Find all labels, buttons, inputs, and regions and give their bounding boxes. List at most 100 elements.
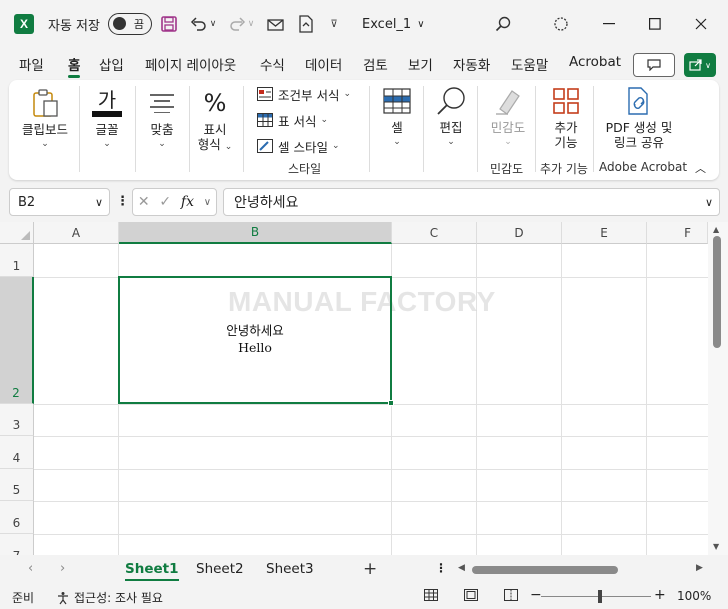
previous-sheet-icon[interactable]: ‹	[28, 561, 33, 576]
alignment-button[interactable]: 맞춤 ⌄	[141, 86, 183, 152]
insert-function-button[interactable]: fx	[181, 194, 194, 210]
save-icon[interactable]	[158, 13, 180, 35]
tab-help[interactable]: 도움말	[511, 54, 548, 76]
zoom-out-button[interactable]: −	[530, 587, 542, 603]
comment-icon	[647, 59, 661, 71]
addins-button[interactable]: 추가 기능	[543, 84, 589, 150]
sensitivity-button[interactable]: 민감도 ⌄	[483, 84, 533, 150]
scroll-thumb[interactable]	[713, 236, 721, 348]
tab-data[interactable]: 데이터	[305, 54, 342, 76]
minimize-button[interactable]	[586, 10, 632, 38]
copilot-icon[interactable]	[550, 13, 572, 35]
name-box[interactable]: B2 ∨	[9, 188, 110, 216]
row-header-5[interactable]: 5	[0, 469, 34, 501]
zoom-slider-thumb[interactable]	[598, 590, 602, 603]
column-header-a[interactable]: A	[34, 222, 119, 244]
row-header-3[interactable]: 3	[0, 404, 34, 436]
add-sheet-button[interactable]: +	[363, 559, 377, 579]
tab-automate[interactable]: 자동화	[453, 54, 490, 76]
accessibility-text: 접근성: 조사 필요	[74, 591, 163, 605]
scroll-thumb[interactable]	[472, 566, 618, 574]
number-format-button[interactable]: % 표시 형식 ⌄	[193, 86, 237, 155]
sheet-tab-sheet3[interactable]: Sheet3	[266, 561, 314, 577]
autosave-toggle[interactable]: 끔	[108, 13, 152, 35]
search-icon[interactable]	[492, 13, 514, 35]
customize-qat-icon[interactable]: ⊽	[326, 13, 342, 35]
zoom-slider-track[interactable]	[541, 596, 651, 597]
close-button[interactable]	[678, 10, 724, 38]
email-icon[interactable]	[264, 13, 288, 35]
redo-icon[interactable]: ∨	[226, 13, 256, 35]
page-break-view-icon[interactable]	[504, 589, 518, 604]
sheet-tab-sheet1[interactable]: Sheet1	[125, 561, 179, 581]
undo-icon[interactable]: ∨	[188, 13, 218, 35]
row-header-6[interactable]: 6	[0, 501, 34, 534]
column-header-b[interactable]: B	[119, 222, 392, 244]
share-button[interactable]: ∨	[684, 53, 716, 77]
tab-insert[interactable]: 삽입	[99, 54, 124, 76]
chevron-down-icon: ⌄	[393, 137, 401, 147]
scroll-left-icon[interactable]: ◀	[458, 563, 465, 573]
worksheet-grid[interactable]: A B C D E F 1 2 3 4 5 6 7 MANUAL FACTORY…	[0, 222, 728, 555]
page-layout-view-icon[interactable]	[464, 589, 478, 604]
column-header-d[interactable]: D	[477, 222, 562, 244]
divider	[535, 86, 536, 172]
chevron-down-icon[interactable]: ∨	[204, 197, 211, 208]
number-format-label-2: 형식 ⌄	[197, 137, 233, 152]
tab-review[interactable]: 검토	[363, 54, 388, 76]
zoom-level[interactable]: 100%	[677, 589, 711, 603]
editing-button[interactable]: 편집 ⌄	[431, 84, 471, 150]
ribbon: 클립보드 ⌄ 가 글꼴 ⌄ 맞춤 ⌄ % 표시 형식 ⌄ 조건부 서식 ⌄ 표 …	[9, 80, 719, 180]
scroll-down-icon[interactable]: ▼	[713, 542, 719, 551]
cancel-icon[interactable]: ✕	[138, 194, 150, 210]
font-glyph: 가	[97, 88, 117, 112]
sheet-tab-sheet2[interactable]: Sheet2	[196, 561, 244, 577]
tab-formulas[interactable]: 수식	[260, 54, 285, 76]
select-all-button[interactable]	[0, 222, 34, 244]
horizontal-scrollbar[interactable]: ◀ ▶	[458, 563, 708, 577]
maximize-button[interactable]	[632, 10, 678, 38]
collapse-ribbon-icon[interactable]: ︿	[695, 160, 706, 176]
tab-home[interactable]: 홈	[68, 54, 81, 78]
cells-button[interactable]: 셀 ⌄	[377, 84, 417, 150]
format-as-table-button[interactable]: 표 서식 ⌄	[257, 110, 328, 130]
share-icon	[689, 59, 702, 71]
tab-page-layout[interactable]: 페이지 레이아웃	[145, 54, 236, 76]
chevron-down-icon[interactable]: ∨	[705, 196, 713, 209]
more-options-icon[interactable]: ⋮	[435, 561, 447, 575]
comments-button[interactable]	[633, 53, 675, 77]
chevron-down-icon: ∨	[94, 195, 103, 209]
zoom-in-button[interactable]: +	[654, 587, 666, 603]
chevron-down-icon: ∨	[417, 18, 425, 30]
normal-view-icon[interactable]	[424, 589, 438, 604]
formula-input[interactable]: 안녕하세요 ∨	[223, 188, 720, 216]
document-share-icon[interactable]	[294, 13, 318, 35]
next-sheet-icon[interactable]: ›	[60, 561, 65, 576]
column-header-e[interactable]: E	[562, 222, 647, 244]
more-options-icon[interactable]: ⋮	[116, 194, 129, 209]
font-button[interactable]: 가 글꼴 ⌄	[85, 86, 129, 152]
sheet-tab-bar: ‹ › Sheet1 Sheet2 Sheet3 + ⋮ ◀ ▶	[0, 555, 728, 585]
status-bar: 준비 접근성: 조사 필요 − + 100%	[0, 585, 728, 609]
cell-styles-button[interactable]: 셀 스타일 ⌄	[257, 136, 340, 156]
accessibility-status[interactable]: 접근성: 조사 필요	[56, 589, 163, 606]
title-bar: X 자동 저장 끔 ∨ ∨ ⊽ Excel_1 ∨	[0, 0, 728, 48]
scroll-right-icon[interactable]: ▶	[696, 563, 703, 573]
vertical-scrollbar[interactable]: ▲ ▼	[708, 222, 728, 555]
column-header-f[interactable]: F	[647, 222, 708, 244]
row-header-2[interactable]: 2	[0, 277, 34, 404]
enter-icon[interactable]: ✓	[159, 194, 171, 210]
clipboard-button[interactable]: 클립보드 ⌄	[15, 86, 75, 152]
tab-acrobat[interactable]: Acrobat	[569, 54, 621, 76]
fill-handle[interactable]	[388, 400, 394, 406]
scroll-up-icon[interactable]: ▲	[713, 225, 719, 234]
tab-view[interactable]: 보기	[408, 54, 433, 76]
row-header-4[interactable]: 4	[0, 436, 34, 469]
row-header-7[interactable]: 7	[0, 534, 34, 555]
column-header-c[interactable]: C	[392, 222, 477, 244]
tab-file[interactable]: 파일	[19, 54, 44, 76]
row-header-1[interactable]: 1	[0, 244, 34, 277]
create-pdf-button[interactable]: PDF 생성 및 링크 공유	[601, 84, 677, 150]
conditional-format-button[interactable]: 조건부 서식 ⌄	[257, 84, 351, 104]
document-title[interactable]: Excel_1 ∨	[362, 14, 425, 34]
